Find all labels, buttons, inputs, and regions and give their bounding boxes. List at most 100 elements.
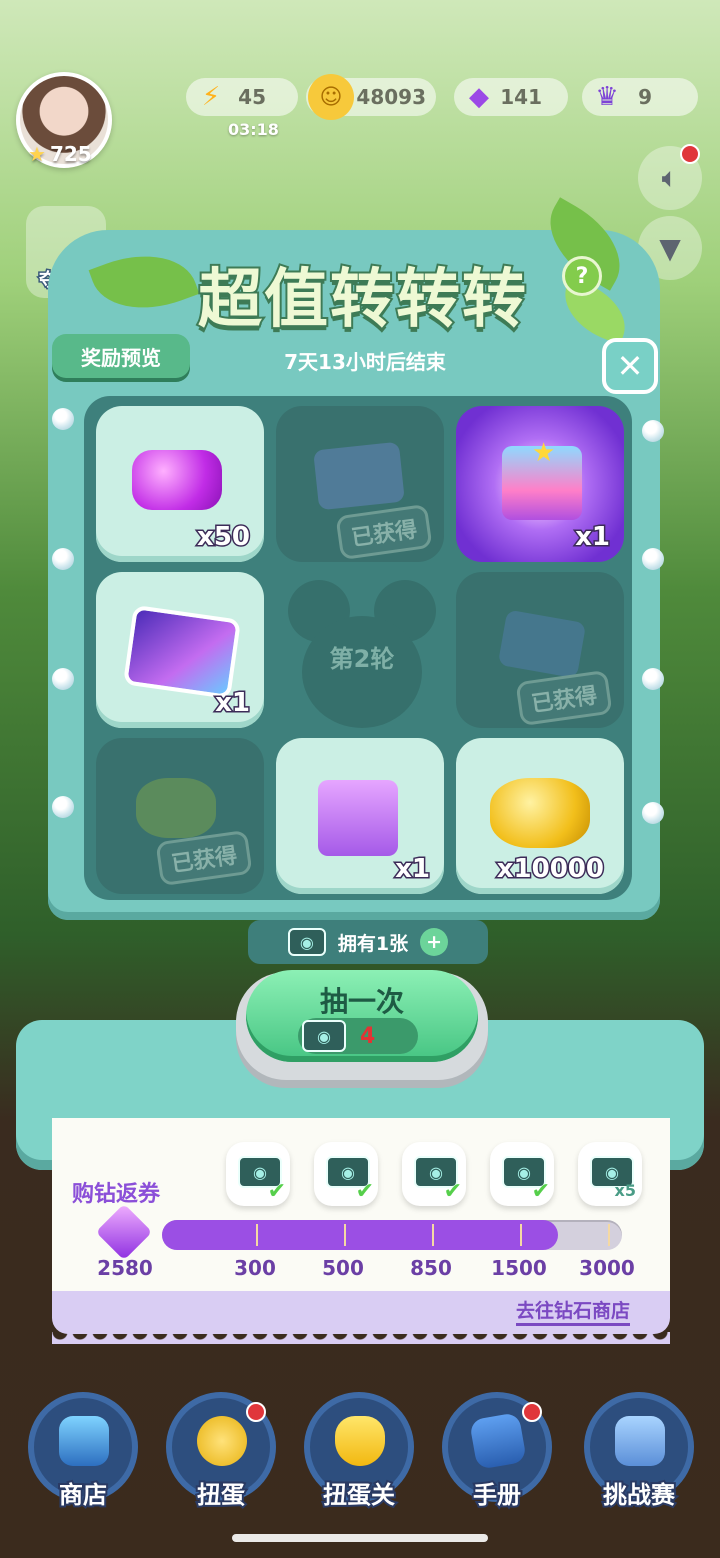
nav-label: 扭蛋关 xyxy=(321,1479,397,1511)
bulb-decoration xyxy=(642,668,664,690)
add-ticket-button[interactable]: + xyxy=(420,928,449,956)
progress-fill xyxy=(162,1220,558,1250)
reward-cell-gold-coins[interactable]: x10000 xyxy=(456,738,624,894)
milestone-reward-3000[interactable]: ◉ x5 xyxy=(578,1142,642,1206)
round-indicator: 第2轮 xyxy=(280,576,444,736)
check-icon: ✔ xyxy=(267,1179,286,1204)
mystery-gift-box-icon xyxy=(318,780,398,856)
obtained-stamp: 已获得 xyxy=(515,669,613,727)
reward-cell-mickey-card[interactable]: x1 xyxy=(96,572,264,728)
card-pack-icon xyxy=(313,441,405,511)
coin-icon: ☺ xyxy=(308,74,354,120)
energy-timer: 03:18 xyxy=(228,120,279,139)
milestone-reward-300[interactable]: ◉ ✔ xyxy=(226,1142,290,1206)
reward-cell-coins-small: 已获得 xyxy=(96,738,264,894)
reward-quantity: x1 xyxy=(214,687,252,720)
check-icon: ✔ xyxy=(355,1179,374,1204)
bulb-decoration xyxy=(642,548,664,570)
energy-counter[interactable]: ⚡ 45 xyxy=(186,78,298,116)
draw-cost: ◉ 4 xyxy=(298,1018,418,1054)
close-button[interactable]: ✕ xyxy=(602,338,658,394)
help-button[interactable]: ? xyxy=(562,256,602,296)
notification-dot xyxy=(246,1402,266,1422)
check-icon: ✔ xyxy=(531,1179,550,1204)
sound-button[interactable]: 🔈︎ xyxy=(638,144,702,210)
ticket-count: ◉ 拥有1张 + xyxy=(248,920,488,964)
draw-cost-value: 4 xyxy=(360,1023,376,1049)
gem-icon: ◆ xyxy=(469,82,489,112)
ticket-icon xyxy=(497,609,587,679)
reward-quantity: x10000 xyxy=(495,853,605,886)
draw-once-label: 抽一次 xyxy=(319,985,404,1018)
bulb-decoration xyxy=(642,802,664,824)
bulb-decoration xyxy=(52,548,74,570)
milestone-reward-500[interactable]: ◉ ✔ xyxy=(314,1142,378,1206)
eye-ticket-icon: ◉ xyxy=(287,928,326,956)
player-level: ★ 725 xyxy=(28,142,92,166)
crown-counter[interactable]: ♛ 9 xyxy=(582,78,698,116)
milestone-tick xyxy=(344,1224,346,1246)
milestone-tick xyxy=(256,1224,258,1246)
purchase-reward-title: 购钻返券 xyxy=(72,1182,161,1207)
nav-challenge[interactable]: 挑战赛 xyxy=(584,1392,694,1511)
reward-cell-card-pack: 已获得 xyxy=(276,406,444,562)
coin-stack-icon xyxy=(136,778,216,838)
reward-cell-ssr-gift[interactable]: ★ x1 xyxy=(456,406,624,562)
star-icon: ★ xyxy=(28,142,46,166)
reward-quantity: x50 xyxy=(196,521,252,554)
round-label: 第2轮 xyxy=(329,644,395,673)
milestone-tick xyxy=(520,1224,522,1246)
gem-counter[interactable]: ◆ 141 xyxy=(454,78,568,116)
bulb-decoration xyxy=(52,408,74,430)
gems-icon xyxy=(132,450,222,510)
milestone-tick xyxy=(608,1224,610,1246)
current-diamonds: 2580 xyxy=(97,1256,153,1280)
lightning-icon: ⚡ xyxy=(201,82,221,112)
reward-quantity: x1 xyxy=(394,853,432,886)
go-diamond-shop-link[interactable]: 去往钻石商店 xyxy=(516,1296,631,1326)
chevron-down-icon: ▼ xyxy=(659,231,681,265)
crown-icon: ♛ xyxy=(595,82,619,112)
nav-label: 商店 xyxy=(57,1479,109,1511)
reward-cell-gems[interactable]: x50 xyxy=(96,406,264,562)
nav-label: 扭蛋 xyxy=(195,1479,247,1511)
speaker-icon: 🔈︎ xyxy=(661,161,679,194)
obtained-stamp: 已获得 xyxy=(335,503,433,561)
check-icon: ✔ xyxy=(443,1179,462,1204)
reward-cell-ticket: 已获得 xyxy=(456,572,624,728)
notification-dot xyxy=(522,1402,542,1422)
nav-label: 手册 xyxy=(471,1479,523,1511)
close-icon: ✕ xyxy=(616,347,644,385)
handbook-icon xyxy=(469,1412,527,1470)
milestone-reward-850[interactable]: ◉ ✔ xyxy=(402,1142,466,1206)
star-icon: ★ xyxy=(532,438,556,468)
milestone-reward-1500[interactable]: ◉ ✔ xyxy=(490,1142,554,1206)
nav-handbook[interactable]: 手册 xyxy=(442,1392,552,1511)
reward-preview-button[interactable]: 奖励预览 xyxy=(52,334,190,378)
eye-ticket-icon: ◉ xyxy=(302,1020,346,1052)
bulb-decoration xyxy=(642,420,664,442)
mickey-card-icon xyxy=(122,604,242,700)
home-indicator[interactable] xyxy=(232,1534,488,1542)
gacha-level-icon xyxy=(335,1416,385,1466)
bulb-decoration xyxy=(52,796,74,818)
gacha-capsule-icon xyxy=(197,1416,247,1466)
notification-dot xyxy=(680,144,700,164)
event-countdown: 7天13小时后结束 xyxy=(284,350,446,374)
nav-label: 挑战赛 xyxy=(601,1479,677,1511)
milestone-value: 1500 xyxy=(491,1256,547,1280)
coin-counter[interactable]: ☺ 48093 xyxy=(306,74,436,120)
milestone-tick xyxy=(432,1224,434,1246)
nav-shop[interactable]: 商店 xyxy=(28,1392,138,1511)
nav-gacha-level[interactable]: 扭蛋关 xyxy=(304,1392,414,1511)
obtained-stamp: 已获得 xyxy=(155,829,253,887)
milestone-reward-quantity: x5 xyxy=(614,1181,636,1200)
nav-gacha[interactable]: 扭蛋 xyxy=(166,1392,276,1511)
shop-icon xyxy=(59,1416,109,1466)
milestone-value: 300 xyxy=(234,1256,276,1280)
panel-title: 超值转转转 xyxy=(196,261,528,339)
milestone-value: 3000 xyxy=(579,1256,635,1280)
reward-quantity: x1 xyxy=(574,521,612,554)
bulb-decoration xyxy=(52,668,74,690)
reward-cell-mystery-gift[interactable]: x1 xyxy=(276,738,444,894)
